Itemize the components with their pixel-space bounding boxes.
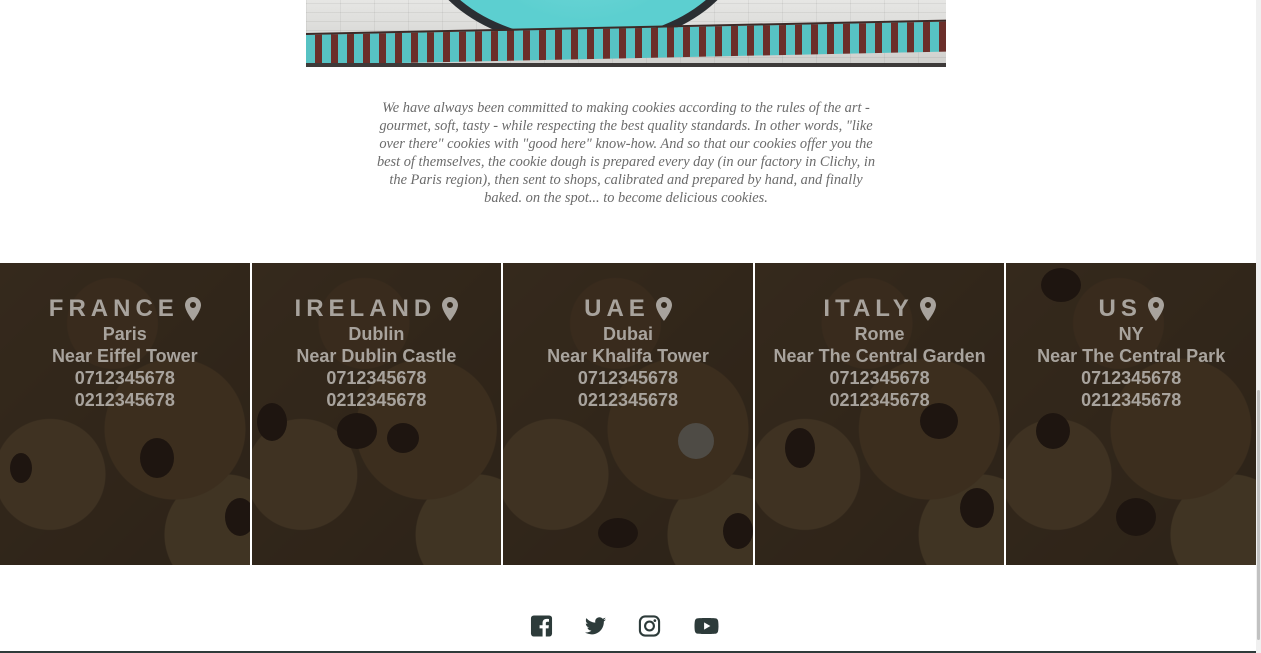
country-name: US (1099, 295, 1164, 323)
country-name: UAE (584, 295, 672, 323)
country-name: FRANCE (49, 295, 201, 323)
facebook-square-icon[interactable] (530, 614, 553, 638)
social-links (530, 614, 721, 638)
location-card-us: US NY Near The Central Park 0712345678 0… (1006, 263, 1256, 565)
phone-landline[interactable]: 0212345678 (503, 389, 753, 411)
landmark: Near Khalifa Tower (547, 346, 709, 366)
page-scrollbar[interactable] (1256, 0, 1261, 653)
map-pin-icon (442, 297, 459, 321)
youtube-icon[interactable] (692, 614, 721, 638)
about-paragraph: We have always been committed to making … (376, 100, 876, 206)
landmark: Near Dublin Castle (296, 346, 457, 366)
phone-mobile[interactable]: 0712345678 (755, 367, 1005, 389)
locations-section: FRANCE Paris Near Eiffel Tower 071234567… (0, 263, 1256, 565)
city-name: NY (1118, 324, 1144, 344)
landmark: Near The Central Park (1037, 346, 1226, 366)
storefront-image (306, 0, 946, 67)
phone-mobile[interactable]: 0712345678 (0, 367, 250, 389)
map-pin-icon (655, 297, 672, 321)
city-name: Paris (102, 324, 147, 344)
map-pin-icon (184, 297, 201, 321)
phone-landline[interactable]: 0212345678 (755, 389, 1005, 411)
city-name: Rome (854, 324, 905, 344)
phone-landline[interactable]: 0212345678 (1006, 389, 1256, 411)
city-name: Dublin (348, 324, 405, 344)
landmark: Near The Central Garden (773, 346, 986, 366)
awning-stripe (306, 19, 946, 65)
location-card-italy: ITALY Rome Near The Central Garden 07123… (754, 263, 1005, 565)
phone-mobile[interactable]: 0712345678 (1006, 367, 1256, 389)
country-name: ITALY (823, 295, 936, 323)
landmark: Near Eiffel Tower (51, 346, 198, 366)
instagram-icon[interactable] (638, 614, 661, 638)
location-card-ireland: IRELAND Dublin Near Dublin Castle 071234… (251, 263, 502, 565)
location-card-france: FRANCE Paris Near Eiffel Tower 071234567… (0, 263, 250, 565)
country-name: IRELAND (295, 295, 459, 323)
phone-landline[interactable]: 0212345678 (0, 389, 250, 411)
phone-mobile[interactable]: 0712345678 (252, 367, 502, 389)
location-card-uae: UAE Dubai Near Khalifa Tower 0712345678 … (503, 263, 753, 565)
map-pin-icon (1147, 297, 1164, 321)
twitter-icon[interactable] (584, 614, 607, 638)
city-name: Dubai (602, 324, 653, 344)
phone-mobile[interactable]: 0712345678 (503, 367, 753, 389)
phone-landline[interactable]: 0212345678 (252, 389, 502, 411)
scrollbar-thumb[interactable] (1257, 390, 1260, 640)
map-pin-icon (919, 297, 936, 321)
